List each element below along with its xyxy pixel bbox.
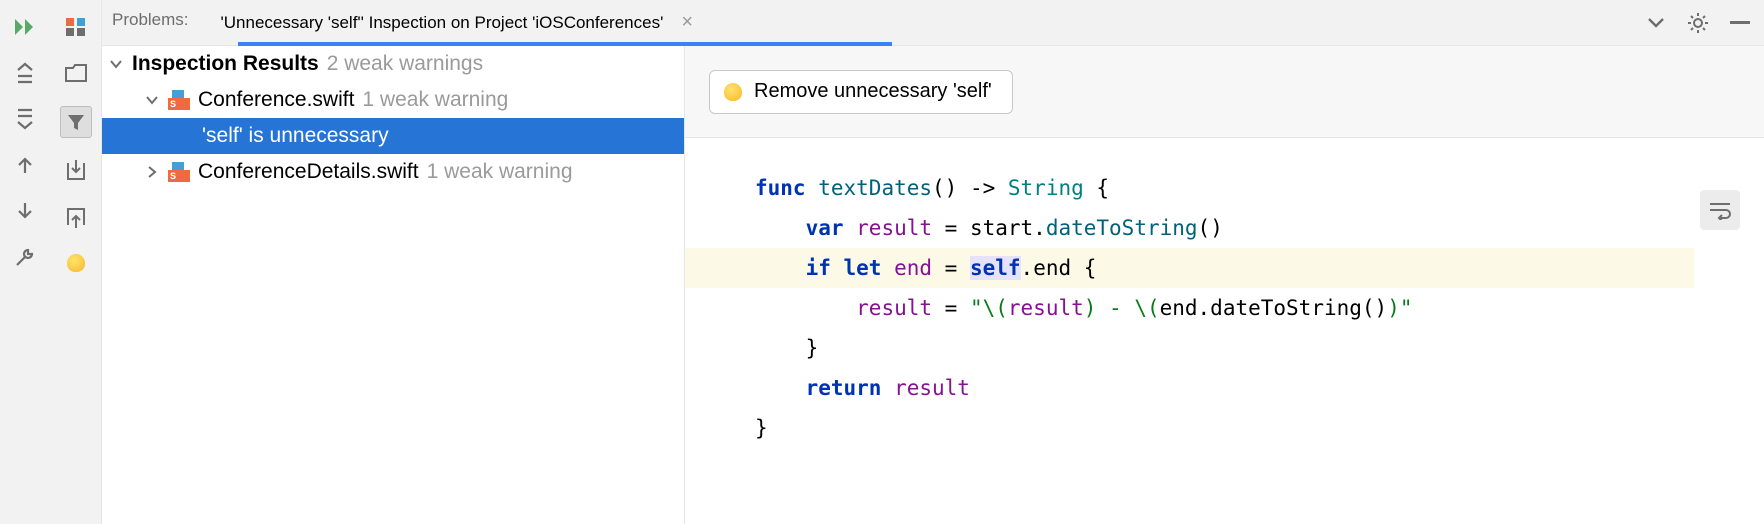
tree-file-row[interactable]: S Conference.swift 1 weak warning [102,82,684,118]
quick-fix-bar: Remove unnecessary 'self' [685,46,1764,138]
code-line-highlighted: if let end = self.end { [685,248,1694,288]
scope-icon[interactable] [63,14,89,40]
tree-file-row[interactable]: S ConferenceDetails.swift 1 weak warning [102,154,684,190]
prev-icon[interactable] [12,152,38,178]
directory-icon[interactable] [63,60,89,86]
header-bar: Problems: 'Unnecessary 'self'' Inspectio… [102,0,1764,46]
file-name: ConferenceDetails.swift [198,160,419,184]
root-subtitle: 2 weak warnings [327,52,483,76]
chevron-down-icon [146,94,160,106]
import-icon[interactable] [63,158,89,184]
file-subtitle: 1 weak warning [362,88,508,112]
code-line: var result = start.dateToString() [755,208,1764,248]
code-preview: func textDates() -> String { var result … [685,138,1764,524]
inspection-tab[interactable]: 'Unnecessary 'self'' Inspection on Proje… [211,0,674,45]
swift-file-icon: S [168,162,190,182]
problems-label: Problems: [102,0,211,30]
code-line: result = "\(result) - \(end.dateToString… [755,288,1764,328]
file-name: Conference.swift [198,88,354,112]
intention-bulb-icon[interactable] [63,250,89,276]
inspection-tree: Inspection Results 2 weak warnings S Con… [102,46,685,524]
bulb-icon [724,83,742,101]
next-icon[interactable] [12,198,38,224]
tool-gutter [0,0,102,524]
close-icon[interactable]: × [681,11,693,34]
code-line: } [755,408,1764,448]
remove-self-button[interactable]: Remove unnecessary 'self' [709,70,1013,114]
chevron-down-icon [110,58,124,70]
tree-issue-row[interactable]: 'self' is unnecessary [102,118,684,154]
export-icon[interactable] [63,204,89,230]
self-highlight: self [970,256,1021,280]
minimize-icon[interactable] [1728,11,1752,35]
gear-icon[interactable] [1686,11,1710,35]
code-line: return result [755,368,1764,408]
code-line: } [755,328,1764,368]
tab-underline [238,42,892,46]
code-line: func textDates() -> String { [755,168,1764,208]
issue-text: 'self' is unnecessary [202,124,389,148]
file-subtitle: 1 weak warning [427,160,573,184]
fix-button-label: Remove unnecessary 'self' [754,80,992,103]
tree-root[interactable]: Inspection Results 2 weak warnings [102,46,684,82]
collapse-all-icon[interactable] [12,106,38,132]
expand-all-icon[interactable] [12,60,38,86]
wrench-icon[interactable] [12,244,38,270]
chevron-down-icon[interactable] [1644,11,1668,35]
rerun-icon[interactable] [12,14,38,40]
chevron-right-icon [146,166,160,178]
filter-icon[interactable] [60,106,92,138]
root-title: Inspection Results [132,52,319,76]
swift-file-icon: S [168,90,190,110]
soft-wrap-icon[interactable] [1700,190,1740,230]
